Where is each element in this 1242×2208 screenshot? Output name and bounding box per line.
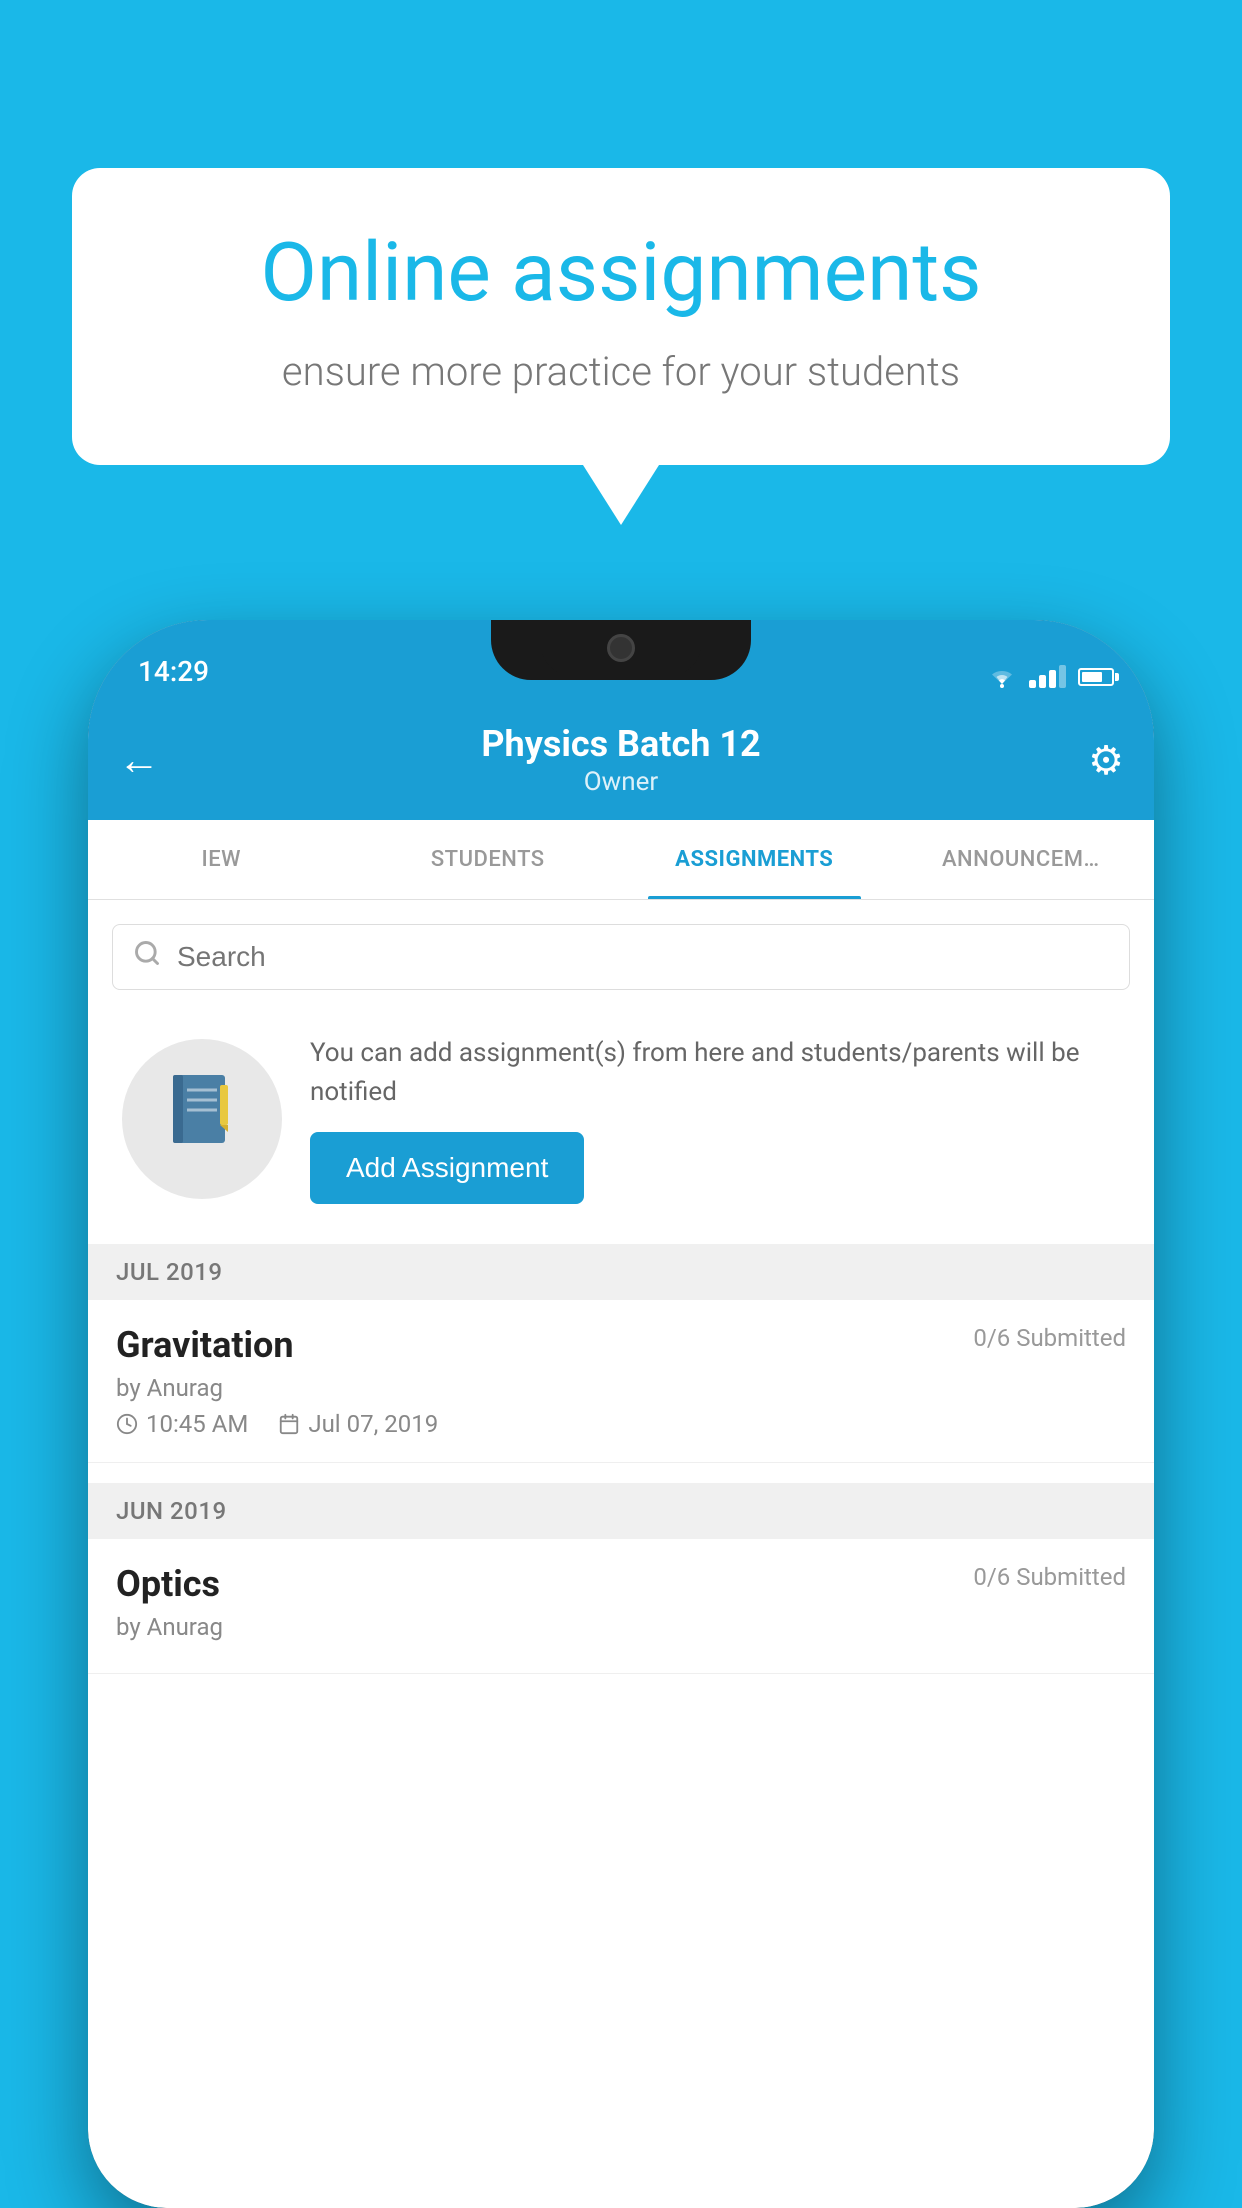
promo-description: You can add assignment(s) from here and … bbox=[310, 1034, 1120, 1112]
back-button[interactable]: ← bbox=[118, 736, 160, 785]
assignment-time-gravitation: 10:45 AM bbox=[116, 1410, 248, 1438]
search-input[interactable] bbox=[177, 941, 1109, 973]
batch-subtitle: Owner bbox=[481, 767, 760, 797]
clock-icon bbox=[116, 1413, 138, 1435]
bubble-pointer bbox=[583, 465, 659, 525]
assignment-author-optics: by Anurag bbox=[116, 1613, 1126, 1641]
bubble-subtitle: ensure more practice for your students bbox=[142, 348, 1100, 395]
calendar-icon bbox=[278, 1413, 300, 1435]
speech-bubble-container: Online assignments ensure more practice … bbox=[72, 168, 1170, 525]
assignment-top-optics: Optics 0/6 Submitted bbox=[116, 1563, 1126, 1605]
assignment-author-gravitation: by Anurag bbox=[116, 1374, 1126, 1402]
batch-title: Physics Batch 12 bbox=[481, 723, 760, 766]
settings-button[interactable]: ⚙ bbox=[1088, 737, 1124, 784]
tab-announcements[interactable]: ANNOUNCEM… bbox=[888, 820, 1155, 899]
tab-bar: IEW STUDENTS ASSIGNMENTS ANNOUNCEM… bbox=[88, 820, 1154, 900]
add-assignment-button[interactable]: Add Assignment bbox=[310, 1132, 584, 1204]
camera bbox=[607, 634, 635, 662]
assignment-top: Gravitation 0/6 Submitted bbox=[116, 1324, 1126, 1366]
assignment-title-optics: Optics bbox=[116, 1563, 220, 1605]
phone-frame: 14:29 bbox=[88, 620, 1154, 2208]
phone-screen: 14:29 bbox=[88, 620, 1154, 2208]
bubble-title: Online assignments bbox=[142, 228, 1100, 318]
promo-text-area: You can add assignment(s) from here and … bbox=[310, 1034, 1120, 1204]
tab-assignments[interactable]: ASSIGNMENTS bbox=[621, 820, 888, 899]
status-icons bbox=[987, 665, 1114, 688]
tab-overview[interactable]: IEW bbox=[88, 820, 355, 899]
promo-icon-circle bbox=[122, 1039, 282, 1199]
signal-icon bbox=[1029, 665, 1066, 688]
content-area: You can add assignment(s) from here and … bbox=[88, 900, 1154, 2208]
search-bar[interactable] bbox=[112, 924, 1130, 990]
section-header-jun: JUN 2019 bbox=[88, 1483, 1154, 1539]
assignment-meta-gravitation: 10:45 AM Jul 07, 2019 bbox=[116, 1410, 1126, 1438]
assignment-submitted-optics: 0/6 Submitted bbox=[973, 1563, 1126, 1591]
app-header: ← Physics Batch 12 Owner ⚙ bbox=[88, 700, 1154, 820]
battery-icon bbox=[1078, 668, 1114, 686]
assignment-item-gravitation[interactable]: Gravitation 0/6 Submitted by Anurag 10:4… bbox=[88, 1300, 1154, 1463]
assignment-submitted-gravitation: 0/6 Submitted bbox=[973, 1324, 1126, 1352]
tab-students[interactable]: STUDENTS bbox=[355, 820, 622, 899]
assignment-date-gravitation: Jul 07, 2019 bbox=[278, 1410, 438, 1438]
header-title-area: Physics Batch 12 Owner bbox=[481, 723, 760, 796]
assignment-promo: You can add assignment(s) from here and … bbox=[112, 1014, 1130, 1224]
wifi-icon bbox=[987, 666, 1017, 688]
assignment-title-gravitation: Gravitation bbox=[116, 1324, 294, 1366]
assignment-item-optics[interactable]: Optics 0/6 Submitted by Anurag bbox=[88, 1539, 1154, 1674]
notebook-icon bbox=[165, 1070, 240, 1168]
section-header-jul: JUL 2019 bbox=[88, 1244, 1154, 1300]
search-icon bbox=[133, 939, 161, 975]
speech-bubble: Online assignments ensure more practice … bbox=[72, 168, 1170, 465]
phone-notch bbox=[541, 620, 701, 675]
status-time: 14:29 bbox=[128, 655, 209, 688]
